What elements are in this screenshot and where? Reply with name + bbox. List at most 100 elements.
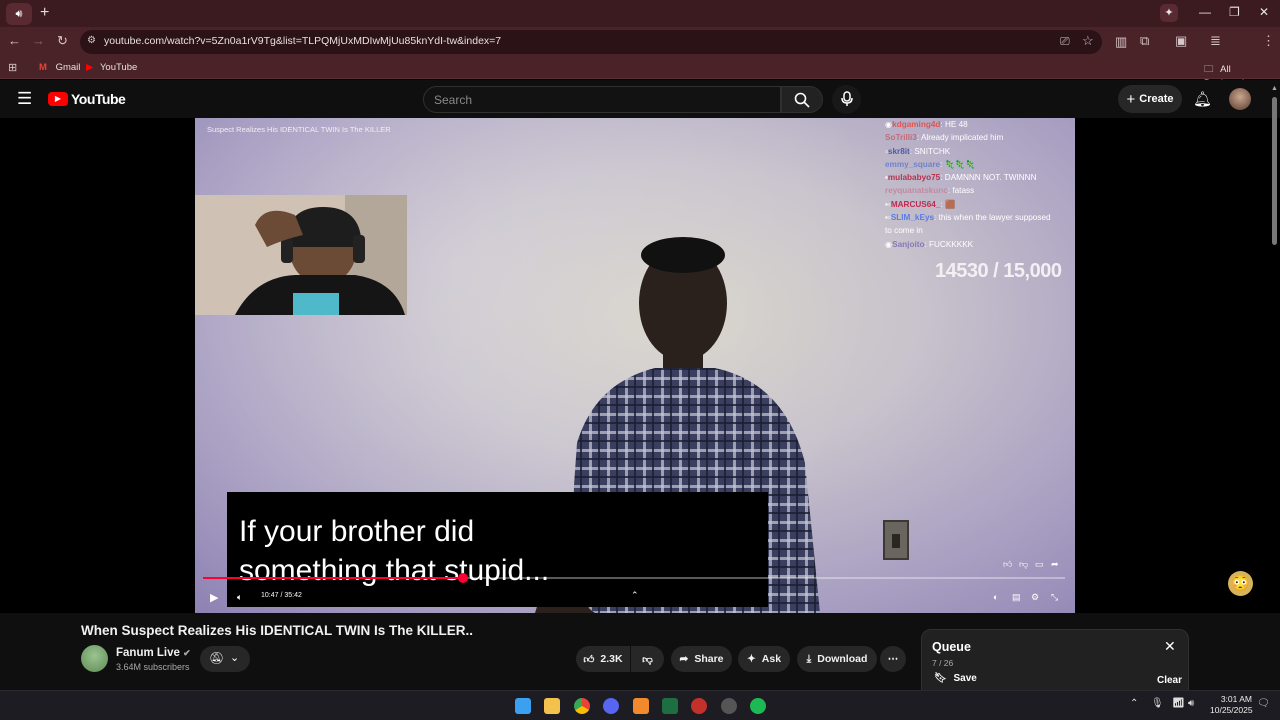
queue-clear-button[interactable]: Clear [1157, 675, 1182, 686]
close-window-button[interactable]: ✕ [1259, 5, 1269, 19]
youtube-app-icon[interactable] [691, 698, 707, 714]
menu-icon[interactable]: ⋮ [1262, 33, 1275, 49]
tab-strip: 🔊︎ + ✦ — ❐ ✕ [0, 0, 1280, 27]
chevron-up-icon[interactable]: ⌃ [631, 590, 639, 601]
speaker-tray-icon[interactable]: 🔊︎ [1188, 698, 1194, 709]
taskbar: ⌃ 🎙︎ 📶︎ 🔊︎ 3:01 AM 10/25/2025 🗨︎ [0, 690, 1280, 720]
bookmark-youtube[interactable]: ▶ YouTube [86, 62, 137, 73]
search-icon [794, 92, 810, 108]
steam-icon[interactable] [721, 698, 737, 714]
apps-grid-icon[interactable]: ⊞ [8, 61, 17, 74]
like-overlay-icon[interactable]: 👍︎ [1003, 559, 1016, 572]
spotify-icon[interactable] [750, 698, 766, 714]
bookmark-star-icon[interactable]: ☆ [1082, 33, 1094, 49]
like-icon: 👍︎ [583, 653, 595, 666]
site-info-icon[interactable]: ⚙ [87, 35, 96, 46]
bookmark-icon: 🔖︎ [934, 673, 947, 684]
account-avatar[interactable] [1229, 88, 1251, 110]
video-overlay-title: Suspect Realizes His IDENTICAL TWIN Is T… [207, 125, 391, 134]
subscriber-count: 3.64M subscribers [116, 662, 190, 672]
address-bar[interactable]: ⚙ youtube.com/watch?v=5Zn0a1rV9Tg&list=T… [80, 30, 1102, 54]
active-tab[interactable]: 🔊︎ [6, 3, 32, 25]
subtitles-icon[interactable]: ▤ [1012, 592, 1021, 603]
chat-message: ◉kdgaming4d: HE 48 [885, 120, 968, 129]
install-app-icon[interactable]: ⎚ [1060, 34, 1070, 49]
gmail-icon: M [39, 62, 47, 73]
hamburger-menu-icon[interactable]: ☰ [17, 90, 32, 107]
gemini-icon[interactable]: ✦ [1160, 4, 1178, 22]
wifi-icon[interactable]: 📶︎ [1172, 698, 1185, 709]
play-icon[interactable]: ▶ [210, 591, 218, 604]
clock[interactable]: 3:01 AM 10/25/2025 [1210, 694, 1253, 716]
extension-icon[interactable]: ▥ [1115, 34, 1127, 50]
channel-avatar[interactable] [81, 645, 108, 672]
forward-icon[interactable]: → [32, 33, 45, 48]
extensions-puzzle-icon[interactable]: ⧉ [1140, 33, 1149, 49]
dislike-button[interactable]: 👎︎ [631, 646, 664, 672]
download-button[interactable]: ⤓ Download [797, 646, 877, 672]
autoplay-toggle[interactable]: ◐ [993, 592, 998, 602]
search-button[interactable] [781, 86, 823, 113]
progress-bar[interactable] [203, 573, 1065, 583]
close-queue-icon[interactable]: ✕ [1164, 638, 1176, 655]
file-explorer-icon[interactable] [544, 698, 560, 714]
volume-icon[interactable]: 🔈︎ [237, 592, 242, 603]
video-info: When Suspect Realizes His IDENTICAL TWIN… [0, 613, 1280, 693]
reading-list-icon[interactable]: ≣ [1210, 33, 1221, 49]
more-horizontal-icon: ⋯ [887, 653, 899, 665]
ask-button[interactable]: ✦ Ask [738, 646, 790, 672]
share-overlay-icon[interactable]: ➦ [1051, 559, 1064, 572]
scroll-up-icon[interactable]: ▲ [1271, 85, 1278, 92]
subtitle-box: If your brother did something that stupi… [227, 492, 768, 607]
video-title: When Suspect Realizes His IDENTICAL TWIN… [81, 623, 474, 638]
queue-save-button[interactable]: 🔖︎ Save [934, 673, 977, 684]
bookmark-gmail[interactable]: M Gmail [39, 62, 80, 73]
windows-start-icon[interactable] [515, 698, 531, 714]
progress-played [203, 577, 464, 579]
download-icon: ⤓ [806, 652, 812, 665]
chat-message: ▪▫SLIM_kEys: this when the lawyer suppos… [885, 213, 1051, 236]
more-actions-button[interactable]: ⋯ [880, 646, 906, 672]
app-icon[interactable] [633, 698, 649, 714]
youtube-logo[interactable]: ▶ YouTube [48, 91, 126, 107]
minimize-button[interactable]: — [1199, 5, 1211, 19]
reload-icon[interactable]: ↻ [57, 33, 68, 49]
chat-message: reyquanatskunc: fatass [885, 186, 975, 196]
discord-icon[interactable] [603, 698, 619, 714]
subtitle-line: If your brother did [239, 515, 475, 548]
chat-message: SoTrilli3: Already implicated him [885, 133, 1004, 143]
queue-title: Queue [932, 640, 971, 654]
chrome-icon[interactable] [574, 698, 590, 714]
search-input[interactable]: Search [423, 86, 781, 113]
like-button[interactable]: 👍︎ 2.3K [576, 646, 630, 672]
chat-overlay: ◉kdgaming4d: HE 48 SoTrilli3: Already im… [885, 118, 1065, 251]
scroll-thumb[interactable] [1272, 97, 1277, 245]
share-button[interactable]: ➦ Share [671, 646, 732, 672]
back-icon[interactable]: ← [8, 33, 21, 48]
voice-search-button[interactable] [832, 85, 861, 114]
side-panel-icon[interactable]: ▣ [1175, 33, 1187, 49]
maximize-button[interactable]: ❐ [1229, 5, 1240, 19]
queue-position: 7 / 26 [932, 658, 954, 668]
youtube-header: ☰ ▶ YouTube Search + Create 🔔︎ [0, 80, 1280, 118]
fullscreen-exit-icon[interactable]: ⤡ [1051, 592, 1058, 603]
chat-message: ◉Sanjoito: FUCKKKKK [885, 239, 974, 249]
channel-name[interactable]: Fanum Live ✔ [116, 647, 191, 659]
sparkle-icon: ✦ [746, 653, 756, 665]
page-scrollbar[interactable]: ▲ ▼ [1271, 85, 1278, 690]
emoji-reaction-icon[interactable]: 😳 [1228, 571, 1253, 596]
subscription-bell-button[interactable]: 🔕︎ ⌄ [200, 646, 250, 672]
goal-counter: 14530 / 15,000 [935, 260, 1062, 282]
notification-center-icon[interactable]: 🗨︎ [1257, 698, 1270, 709]
chevron-up-tray-icon[interactable]: ⌃ [1130, 698, 1138, 709]
dislike-overlay-icon[interactable]: 👎︎ [1019, 559, 1032, 572]
youtube-icon: ▶ [86, 62, 94, 73]
excel-icon[interactable] [662, 698, 678, 714]
video-player[interactable]: Suspect Realizes His IDENTICAL TWIN Is T… [195, 118, 1075, 613]
new-tab-button[interactable]: + [40, 4, 49, 22]
create-button[interactable]: + Create [1118, 85, 1182, 113]
microphone-tray-icon[interactable]: 🎙︎ [1151, 698, 1164, 709]
comment-overlay-icon[interactable]: ▭ [1035, 559, 1048, 572]
settings-gear-icon[interactable]: ⚙ [1031, 592, 1039, 603]
notifications-bell-icon[interactable]: 🔔︎ [1193, 90, 1212, 108]
